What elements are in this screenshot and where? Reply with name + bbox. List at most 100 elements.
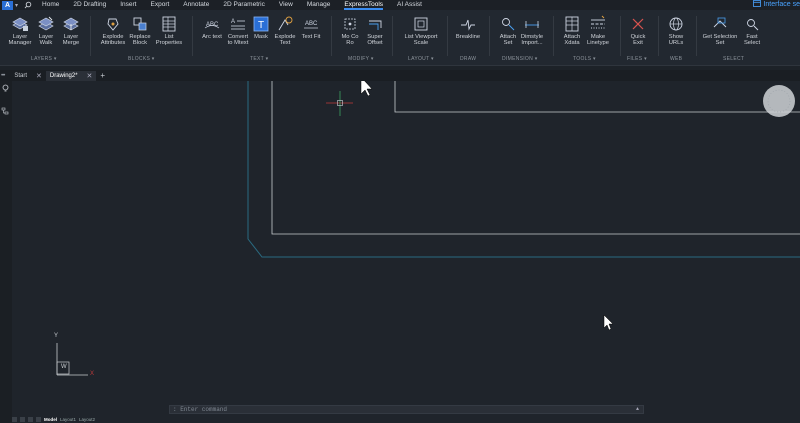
menu-home[interactable]: Home: [42, 0, 59, 10]
text-fit-label: Text Fit: [301, 34, 321, 40]
tab-layout2[interactable]: Layout2: [79, 417, 95, 422]
make-linetype-icon: [578, 14, 618, 34]
group-label-dimension[interactable]: DIMENSION ▾: [502, 56, 538, 62]
group-label-layout[interactable]: LAYOUT ▾: [408, 56, 434, 62]
layer-merge-label: Layer Merge: [62, 34, 80, 47]
command-input[interactable]: : Enter command ▲: [169, 405, 644, 414]
interface-link-label: Interface se: [763, 1, 800, 8]
search-icon[interactable]: [22, 0, 34, 10]
group-divider: [696, 16, 697, 56]
menu-2d-parametric[interactable]: 2D Parametric: [223, 0, 265, 10]
show-urls-label: Show URLs: [668, 34, 684, 47]
interface-icon: [753, 0, 762, 11]
next-tab-icon[interactable]: [28, 417, 33, 422]
paper-border: [271, 81, 800, 235]
svg-text:ABC: ABC: [305, 21, 318, 27]
group-divider: [90, 16, 91, 56]
list-viewport-scale-icon: [401, 14, 441, 34]
menu-manage[interactable]: Manage: [307, 0, 331, 10]
super-offset-icon: [355, 14, 395, 34]
make-linetype-label: Make Linetype: [587, 34, 609, 47]
super-offset-button[interactable]: Super Offset: [355, 14, 395, 47]
app-menu-button[interactable]: A: [2, 0, 13, 10]
ucs-w-label: W: [61, 364, 67, 370]
close-icon[interactable]: ✕: [36, 72, 42, 80]
app-logo: A: [4, 1, 11, 9]
title-block: [394, 81, 800, 113]
tab-drawing2-label: Drawing2*: [49, 72, 78, 79]
breakline-label: Breakline: [455, 34, 481, 40]
list-properties-button[interactable]: List Properties: [149, 14, 189, 47]
layout-tabs: Model Layout1 Layout2: [12, 416, 95, 423]
breakline-button[interactable]: Breakline: [448, 14, 488, 40]
menu-insert[interactable]: Insert: [120, 0, 136, 10]
group-label-text[interactable]: TEXT ▾: [250, 56, 268, 62]
tab-layout1[interactable]: Layout1: [60, 417, 76, 422]
list-viewport-scale-button[interactable]: List Viewport Scale: [401, 14, 441, 47]
make-linetype-button[interactable]: Make Linetype: [578, 14, 618, 47]
ribbon: Layer Manager Layer Walk Layer Merge LAY…: [0, 10, 800, 66]
crosshair-cursor: [326, 91, 353, 116]
title-bar: A ▾ Home 2D Drafting Insert Export Annot…: [0, 0, 800, 10]
dimstyle-import-label: Dimstyle Import...: [520, 34, 544, 47]
menu-bar: Home 2D Drafting Insert Export Annotate …: [42, 0, 436, 10]
tab-start-label: Start: [14, 72, 27, 79]
svg-text:A: A: [231, 19, 235, 25]
ucs-x-label: X: [90, 371, 95, 377]
menu-view[interactable]: View: [279, 0, 293, 10]
quick-exit-button[interactable]: Quick Exit: [618, 14, 658, 47]
dimstyle-import-button[interactable]: Dimstyle Import...: [512, 14, 552, 47]
new-tab-button[interactable]: +: [100, 71, 105, 80]
breakline-icon: [448, 14, 488, 34]
hierarchy-icon[interactable]: [1, 107, 10, 116]
group-label-modify[interactable]: MODIFY ▾: [348, 56, 374, 62]
viewport-border: [247, 81, 800, 258]
fast-select-label: Fast Select: [743, 34, 761, 47]
close-icon[interactable]: ✕: [87, 72, 93, 80]
group-label-web: WEB: [670, 56, 683, 62]
prev-tab-icon[interactable]: [20, 417, 25, 422]
group-label-files[interactable]: FILES ▾: [627, 56, 647, 62]
tab-menu-icon[interactable]: •••: [1, 73, 5, 79]
ucs-y-label: Y: [54, 333, 59, 339]
fast-select-button[interactable]: Fast Select: [732, 14, 772, 47]
close-icon: [618, 14, 658, 34]
svg-text:T: T: [258, 20, 264, 31]
mouse-pointer: [360, 81, 373, 97]
text-fit-button[interactable]: ABC Text Fit: [291, 14, 331, 40]
group-label-blocks[interactable]: BLOCKS ▾: [128, 56, 155, 62]
drawing-svg: [56, 81, 800, 376]
tab-start[interactable]: Start ✕: [10, 71, 46, 81]
group-label-select: SELECT: [723, 56, 745, 62]
dimstyle-import-icon: [512, 14, 552, 34]
mouse-pointer: [603, 314, 614, 331]
first-tab-icon[interactable]: [12, 417, 17, 422]
menu-annotate[interactable]: Annotate: [183, 0, 209, 10]
layer-merge-icon: [51, 14, 91, 34]
layer-merge-button[interactable]: Layer Merge: [51, 14, 91, 47]
show-urls-button[interactable]: Show URLs: [656, 14, 696, 47]
menu-ai-assist[interactable]: AI Assist: [397, 0, 422, 10]
menu-expresstools[interactable]: ExpressTools: [344, 0, 384, 10]
ucs-icon: [56, 343, 88, 376]
app-window: A ▾ Home 2D Drafting Insert Export Annot…: [0, 0, 800, 423]
last-tab-icon[interactable]: [36, 417, 41, 422]
command-placeholder: : Enter command: [173, 406, 228, 413]
group-label-tools[interactable]: TOOLS ▾: [573, 56, 596, 62]
menu-2d-drafting[interactable]: 2D Drafting: [73, 0, 106, 10]
super-offset-label: Super Offset: [367, 34, 383, 47]
text-fit-icon: ABC: [291, 14, 331, 34]
chevron-up-icon[interactable]: ▲: [636, 406, 639, 413]
globe-icon: [656, 14, 696, 34]
tab-model[interactable]: Model: [44, 417, 57, 422]
list-properties-icon: [149, 14, 189, 34]
group-label-layers[interactable]: LAYERS ▾: [31, 56, 57, 62]
list-viewport-scale-label: List Viewport Scale: [404, 34, 438, 47]
lightbulb-icon[interactable]: [1, 84, 10, 93]
menu-export[interactable]: Export: [151, 0, 170, 10]
interface-settings-link[interactable]: Interface se: [753, 0, 800, 10]
chevron-down-icon[interactable]: ▾: [15, 2, 18, 9]
left-toolbar: [0, 81, 12, 423]
fast-select-icon: [732, 14, 772, 34]
tab-drawing2[interactable]: Drawing2* ✕: [45, 70, 97, 81]
